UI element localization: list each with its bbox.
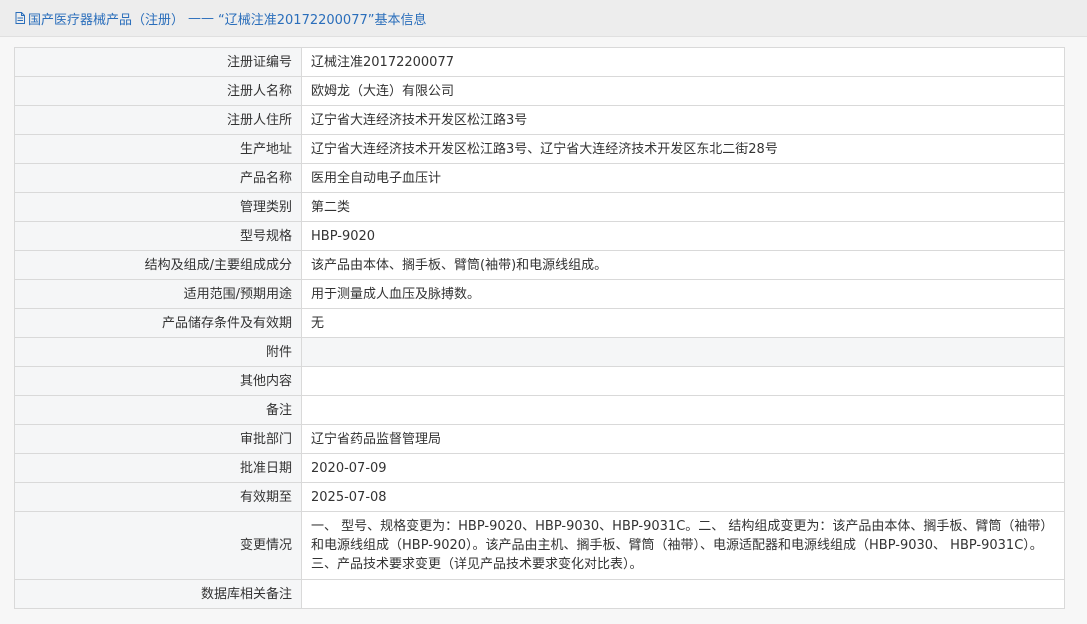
row-value: 医用全自动电子血压计 bbox=[301, 163, 1065, 193]
row-label: 其他内容 bbox=[14, 366, 302, 396]
table-row: 有效期至 2025-07-08 bbox=[14, 482, 1065, 512]
table-row: 注册证编号 辽械注准20172200077 bbox=[14, 47, 1065, 77]
row-label: 变更情况 bbox=[14, 511, 302, 580]
table-row: 数据库相关备注 bbox=[14, 579, 1065, 609]
table-row: 注册人名称 欧姆龙（大连）有限公司 bbox=[14, 76, 1065, 106]
table-row: 审批部门 辽宁省药品监督管理局 bbox=[14, 424, 1065, 454]
row-label: 适用范围/预期用途 bbox=[14, 279, 302, 309]
document-icon bbox=[15, 12, 25, 24]
breadcrumb-separator: —— bbox=[188, 10, 215, 26]
table-row: 附件 bbox=[14, 337, 1065, 367]
row-label: 结构及组成/主要组成成分 bbox=[14, 250, 302, 280]
row-value bbox=[301, 395, 1065, 425]
row-value: 辽宁省大连经济技术开发区松江路3号 bbox=[301, 105, 1065, 135]
table-row: 型号规格 HBP-9020 bbox=[14, 221, 1065, 251]
row-label: 产品名称 bbox=[14, 163, 302, 193]
content-area: 注册证编号 辽械注准20172200077 注册人名称 欧姆龙（大连）有限公司 … bbox=[0, 37, 1087, 624]
breadcrumb: 国产医疗器械产品（注册） —— “辽械注准20172200077”基本信息 bbox=[0, 0, 1087, 37]
table-row: 产品名称 医用全自动电子血压计 bbox=[14, 163, 1065, 193]
table-row: 备注 bbox=[14, 395, 1065, 425]
row-label: 产品储存条件及有效期 bbox=[14, 308, 302, 338]
row-label: 数据库相关备注 bbox=[14, 579, 302, 609]
row-value bbox=[301, 366, 1065, 396]
info-table: 注册证编号 辽械注准20172200077 注册人名称 欧姆龙（大连）有限公司 … bbox=[14, 47, 1065, 609]
table-row: 批准日期 2020-07-09 bbox=[14, 453, 1065, 483]
page: 国产医疗器械产品（注册） —— “辽械注准20172200077”基本信息 注册… bbox=[0, 0, 1087, 624]
table-row: 产品储存条件及有效期 无 bbox=[14, 308, 1065, 338]
row-label: 管理类别 bbox=[14, 192, 302, 222]
row-value: 一、 型号、规格变更为：HBP-9020、HBP-9030、HBP-9031C。… bbox=[301, 511, 1065, 580]
table-row: 结构及组成/主要组成成分 该产品由本体、搁手板、臂筒(袖带)和电源线组成。 bbox=[14, 250, 1065, 280]
row-value bbox=[301, 579, 1065, 609]
row-value: 辽宁省药品监督管理局 bbox=[301, 424, 1065, 454]
page-title: “辽械注准20172200077”基本信息 bbox=[218, 12, 427, 28]
row-label: 注册人住所 bbox=[14, 105, 302, 135]
row-label: 附件 bbox=[14, 337, 302, 367]
table-row: 注册人住所 辽宁省大连经济技术开发区松江路3号 bbox=[14, 105, 1065, 135]
row-value: 辽械注准20172200077 bbox=[301, 47, 1065, 77]
row-value: 用于测量成人血压及脉搏数。 bbox=[301, 279, 1065, 309]
row-label: 注册人名称 bbox=[14, 76, 302, 106]
row-value bbox=[301, 337, 1065, 367]
row-value: 欧姆龙（大连）有限公司 bbox=[301, 76, 1065, 106]
row-value: 第二类 bbox=[301, 192, 1065, 222]
table-row: 其他内容 bbox=[14, 366, 1065, 396]
row-value: 无 bbox=[301, 308, 1065, 338]
row-label: 注册证编号 bbox=[14, 47, 302, 77]
table-row: 生产地址 辽宁省大连经济技术开发区松江路3号、辽宁省大连经济技术开发区东北二街2… bbox=[14, 134, 1065, 164]
row-value: 2025-07-08 bbox=[301, 482, 1065, 512]
table-row: 管理类别 第二类 bbox=[14, 192, 1065, 222]
table-row: 适用范围/预期用途 用于测量成人血压及脉搏数。 bbox=[14, 279, 1065, 309]
row-label: 批准日期 bbox=[14, 453, 302, 483]
breadcrumb-category[interactable]: 国产医疗器械产品（注册） bbox=[28, 9, 184, 28]
row-value: HBP-9020 bbox=[301, 221, 1065, 251]
row-value: 辽宁省大连经济技术开发区松江路3号、辽宁省大连经济技术开发区东北二街28号 bbox=[301, 134, 1065, 164]
row-value: 该产品由本体、搁手板、臂筒(袖带)和电源线组成。 bbox=[301, 250, 1065, 280]
row-label: 生产地址 bbox=[14, 134, 302, 164]
row-value: 2020-07-09 bbox=[301, 453, 1065, 483]
table-row: 变更情况 一、 型号、规格变更为：HBP-9020、HBP-9030、HBP-9… bbox=[14, 511, 1065, 580]
row-label: 有效期至 bbox=[14, 482, 302, 512]
row-label: 型号规格 bbox=[14, 221, 302, 251]
row-label: 备注 bbox=[14, 395, 302, 425]
row-label: 审批部门 bbox=[14, 424, 302, 454]
